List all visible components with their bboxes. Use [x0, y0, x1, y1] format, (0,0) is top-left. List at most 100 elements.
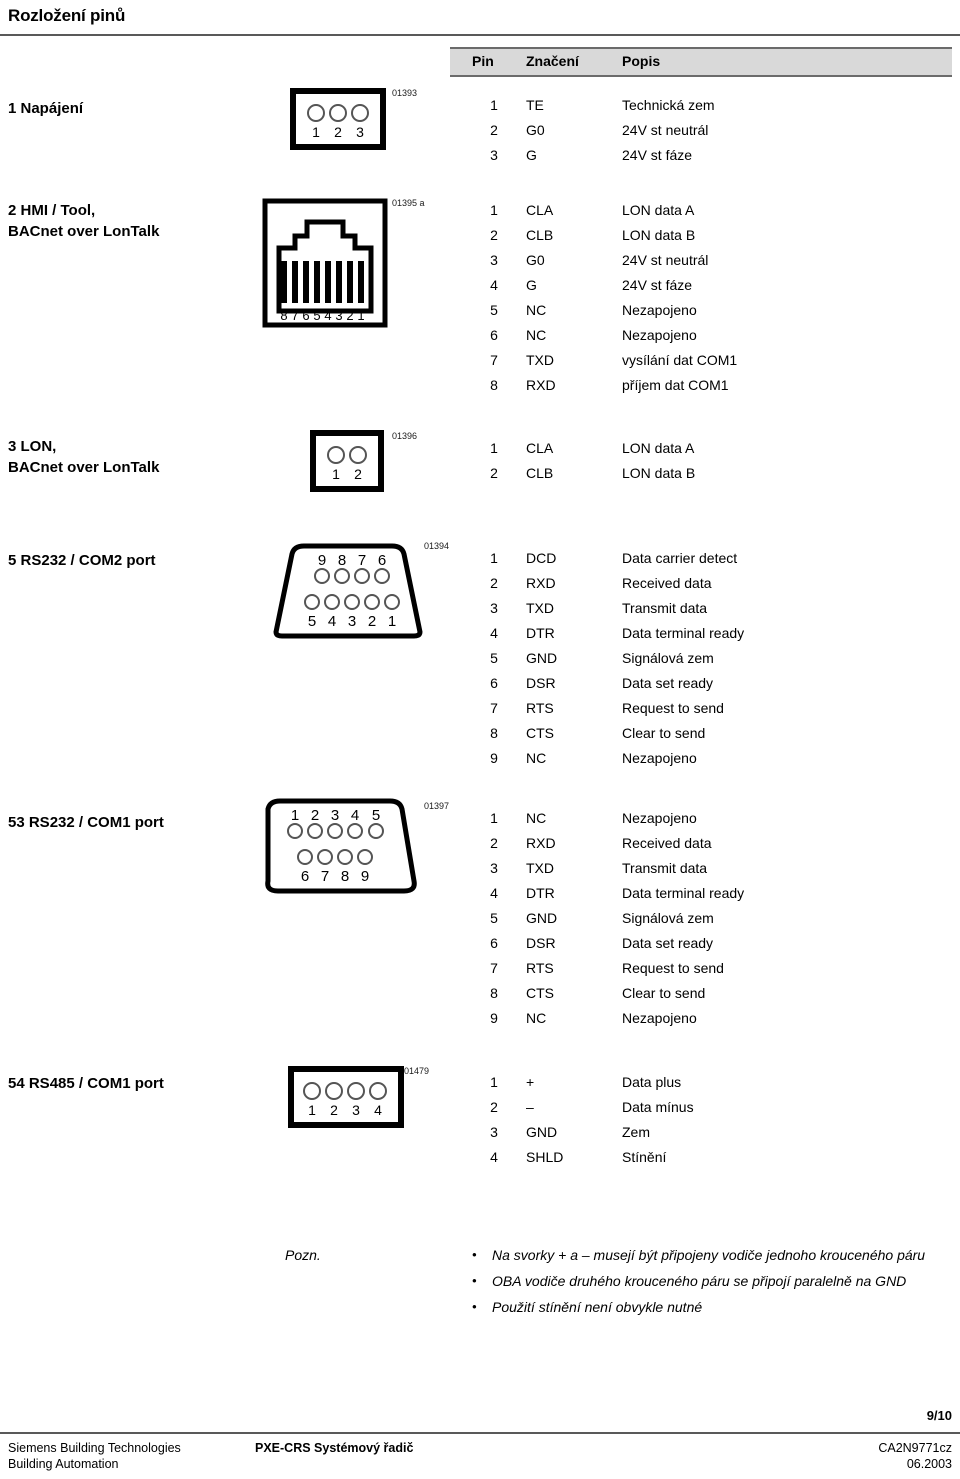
pin-desc: Transmit data [622, 600, 708, 616]
pin-number: 8 [490, 377, 498, 393]
terminal-2-drawing: 1 2 [310, 430, 384, 492]
pin-desc: Request to send [622, 700, 724, 716]
pin-desc: 24V st fáze [622, 277, 693, 293]
pin-signal: NC [526, 1010, 547, 1026]
pin-signal: NC [526, 750, 547, 766]
pin-signal: SHLD [526, 1149, 564, 1165]
pin-number: 1 [490, 1074, 498, 1090]
table-row: 5 NC Nezapojeno [450, 302, 950, 327]
column-header-signal: Značení [526, 53, 579, 69]
pin-number: 4 [490, 1149, 498, 1165]
connector-rj45: 8 7 6 5 4 3 2 1 [262, 198, 388, 333]
connector-code-power: 01393 [392, 88, 418, 98]
svg-text:2: 2 [330, 1102, 338, 1118]
pin-number: 5 [490, 302, 498, 318]
pin-signal: RTS [526, 700, 554, 716]
pin-signal: GND [526, 910, 558, 926]
pin-desc: příjem dat COM1 [622, 377, 729, 393]
table-row: 2 – Data mínus [450, 1099, 950, 1124]
table-row: 1 CLA LON data A [450, 440, 950, 465]
table-row: 4 DTR Data terminal ready [450, 625, 950, 650]
table-row: 4 DTR Data terminal ready [450, 885, 950, 910]
svg-text:1: 1 [308, 1102, 316, 1118]
pin-number: 6 [490, 675, 498, 691]
svg-text:4: 4 [328, 613, 336, 630]
page-title: Rozložení pinů [8, 6, 126, 25]
svg-text:1: 1 [291, 807, 299, 824]
db9-male-drawing: 1 2 3 4 5 6 7 8 9 [265, 798, 417, 894]
pin-number: 8 [490, 725, 498, 741]
table-row: 6 DSR Data set ready [450, 935, 950, 960]
pin-number: 1 [490, 550, 498, 566]
pin-signal: GND [526, 650, 558, 666]
pin-desc: Received data [622, 575, 712, 591]
svg-text:3: 3 [352, 1102, 360, 1118]
table-row: 2 RXD Received data [450, 835, 950, 860]
pin-signal: G [526, 277, 537, 293]
pin-desc: Nezapojeno [622, 750, 697, 766]
table-row: 9 NC Nezapojeno [450, 750, 950, 775]
table-row: 7 RTS Request to send [450, 700, 950, 725]
notes-list: Na svorky + a – musejí být připojeny vod… [470, 1243, 940, 1321]
terminal-3-drawing: 1 2 3 [290, 88, 386, 150]
svg-text:6: 6 [378, 552, 386, 569]
pin-signal: NC [526, 810, 547, 826]
pin-desc: Data carrier detect [622, 550, 738, 566]
table-row: 2 RXD Received data [450, 575, 950, 600]
pin-number: 7 [490, 352, 498, 368]
svg-text:4: 4 [351, 807, 359, 824]
svg-text:7: 7 [358, 552, 366, 569]
pin-desc: Nezapojeno [622, 810, 697, 826]
pin-number: 4 [490, 885, 498, 901]
pin-signal: TE [526, 97, 544, 113]
table-row: 2 G0 24V st neutrál [450, 122, 950, 147]
pin-number: 7 [490, 700, 498, 716]
pin-number: 3 [490, 147, 498, 163]
pin-number: 7 [490, 960, 498, 976]
db9-female-drawing: 9 8 7 6 5 4 3 2 1 [273, 543, 423, 639]
table-row: 1 TE Technická zem [450, 97, 950, 122]
pin-number: 2 [490, 227, 498, 243]
table-row: 6 DSR Data set ready [450, 675, 950, 700]
table-row: 8 CTS Clear to send [450, 985, 950, 1010]
header-divider [0, 34, 960, 36]
footer-divider [0, 1432, 960, 1434]
svg-text:8: 8 [341, 868, 349, 885]
page-number: 9/10 [926, 1408, 952, 1423]
pin-signal: DSR [526, 935, 556, 951]
svg-text:3: 3 [331, 807, 339, 824]
pin-signal: RTS [526, 960, 554, 976]
table-row: 8 RXD příjem dat COM1 [450, 377, 950, 402]
pin-signal: DCD [526, 550, 557, 566]
pin-number: 3 [490, 860, 498, 876]
pin-signal: CLA [526, 202, 554, 218]
footer-company-line2: Building Automation [8, 1457, 119, 1471]
connector-code-rs232-com2: 01394 [424, 541, 450, 551]
section-title-rs232-com2: 5 RS232 / COM2 port [8, 552, 156, 569]
pin-signal: TXD [526, 600, 554, 616]
pin-desc: LON data A [622, 440, 695, 456]
pin-desc: Data plus [622, 1074, 682, 1090]
connector-db9-com1: 1 2 3 4 5 6 7 8 9 [250, 795, 420, 905]
svg-text:2: 2 [368, 613, 376, 630]
section-title-hmi-tool: 2 HMI / Tool, BACnet over LonTalk [8, 202, 160, 240]
svg-text:1: 1 [312, 124, 320, 140]
pin-number: 3 [490, 1124, 498, 1140]
svg-text:1: 1 [388, 613, 396, 630]
connector-code-rj45: 01395 a [392, 198, 425, 208]
pin-signal: G0 [526, 252, 545, 268]
section-title-rs485-com1: 54 RS485 / COM1 port [8, 1075, 164, 1092]
svg-text:1: 1 [357, 308, 364, 323]
svg-text:2: 2 [334, 124, 342, 140]
pin-number: 1 [490, 810, 498, 826]
pin-number: 2 [490, 575, 498, 591]
list-item: Na svorky + a – musejí být připojeny vod… [470, 1243, 940, 1267]
pin-number: 2 [490, 122, 498, 138]
table-row: 3 TXD Transmit data [450, 600, 950, 625]
pin-desc: Data terminal ready [622, 885, 745, 901]
pin-number: 1 [490, 202, 498, 218]
pin-signal: – [526, 1099, 534, 1115]
pin-desc: Data set ready [622, 935, 714, 951]
pin-number: 1 [490, 97, 498, 113]
table-row: 7 RTS Request to send [450, 960, 950, 985]
